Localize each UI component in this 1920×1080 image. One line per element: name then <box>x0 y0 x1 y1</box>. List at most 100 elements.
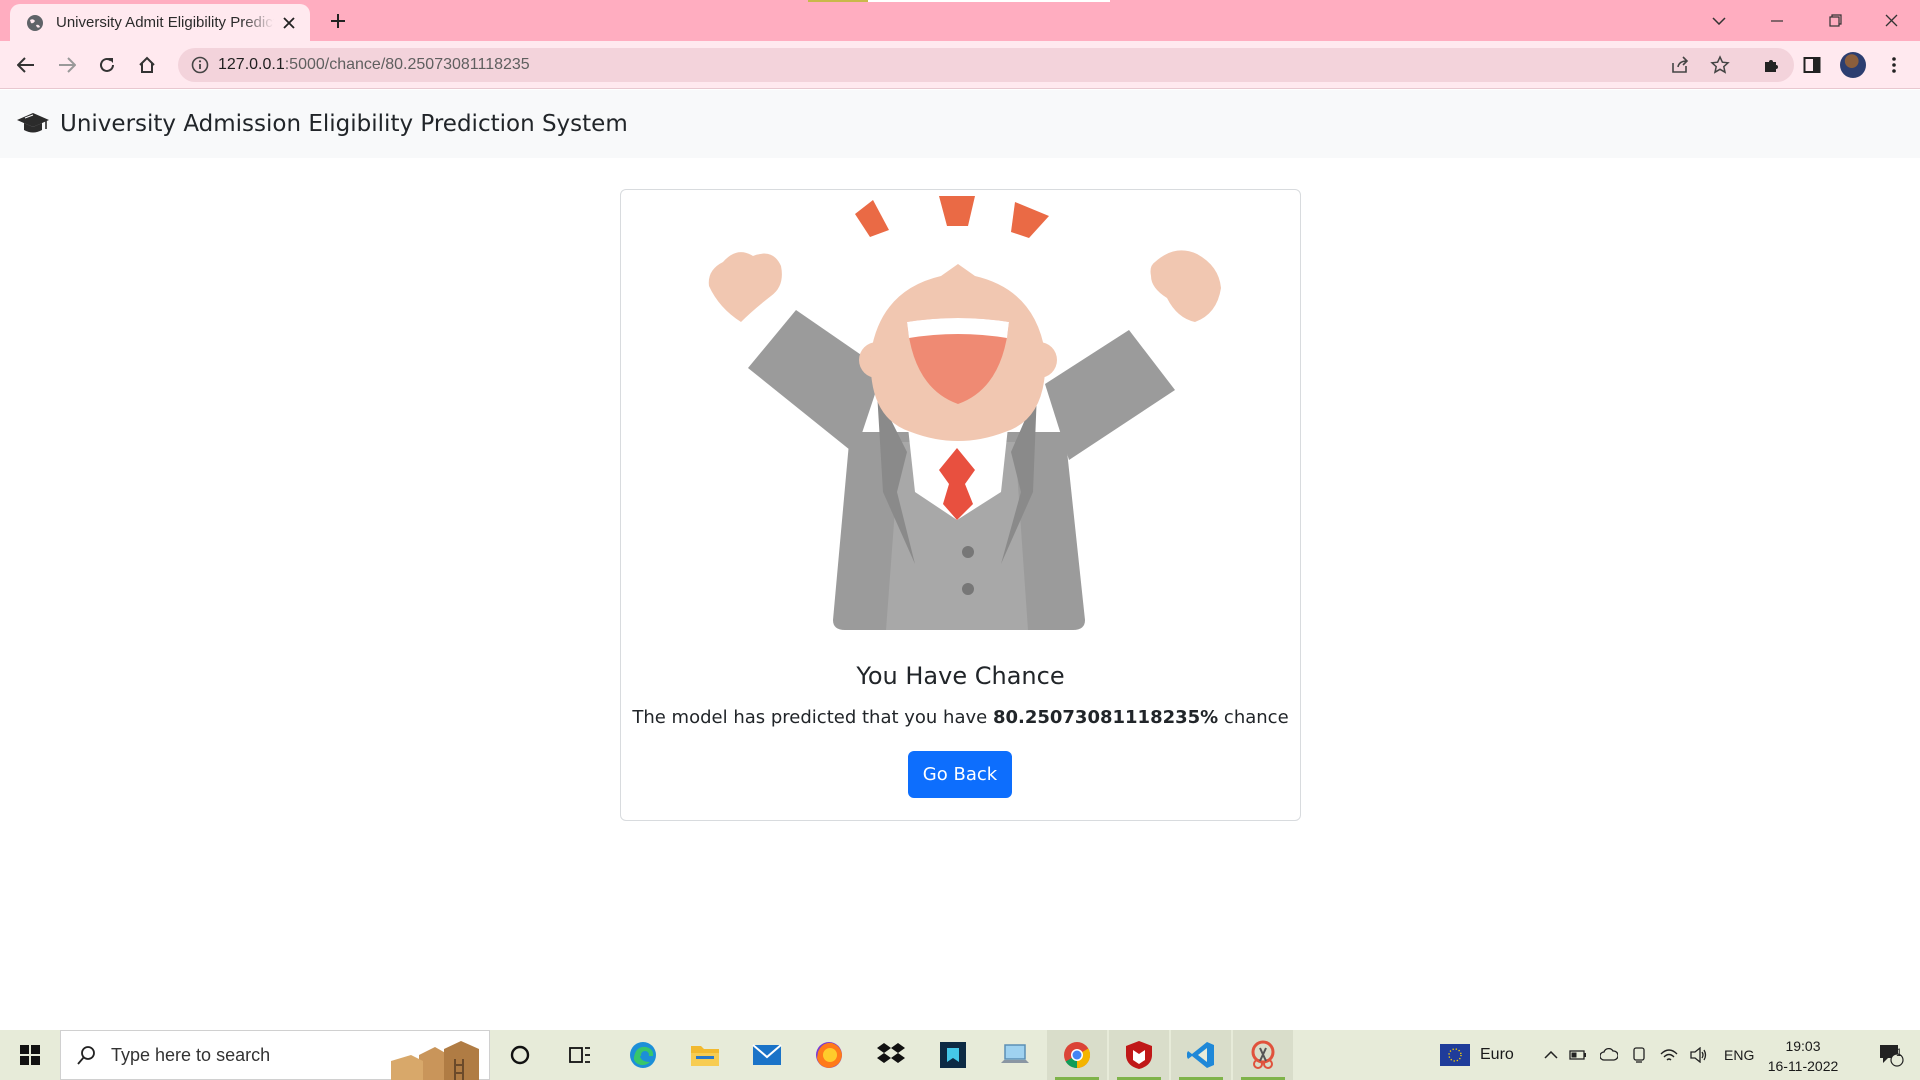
reload-button[interactable] <box>91 49 123 81</box>
windows-logo-icon <box>20 1045 40 1065</box>
taskbar-dropbox[interactable] <box>861 1030 921 1080</box>
address-bar[interactable]: 127.0.0.1:5000/chance/80.25073081118235 <box>178 48 1794 82</box>
url-path: :5000/chance/80.25073081118235 <box>284 56 530 73</box>
graduation-cap-icon <box>17 113 49 133</box>
device-icon[interactable] <box>1624 1047 1654 1063</box>
taskbar-snipping-tool[interactable] <box>1233 1030 1293 1080</box>
language-indicator[interactable]: ENG <box>1724 1047 1754 1063</box>
taskbar-edge[interactable] <box>613 1030 673 1080</box>
mail-icon <box>752 1044 782 1065</box>
laptop-icon <box>1001 1044 1029 1063</box>
taskbar-vscode[interactable] <box>1171 1030 1231 1080</box>
eu-flag-icon <box>1440 1044 1470 1066</box>
happy-businessman-illustration <box>708 196 1221 630</box>
home-button[interactable] <box>131 49 163 81</box>
firefox-icon <box>816 1042 842 1068</box>
globe-icon <box>27 14 43 31</box>
search-icon <box>77 1046 95 1065</box>
share-icon[interactable] <box>1668 53 1692 77</box>
battery-icon[interactable] <box>1562 1050 1594 1060</box>
minimize-button[interactable] <box>1748 0 1806 41</box>
search-placeholder: Type here to search <box>111 1044 271 1065</box>
profile-avatar[interactable] <box>1840 52 1866 78</box>
close-window-button[interactable] <box>1862 0 1920 41</box>
extensions-button[interactable] <box>1756 49 1788 81</box>
tab-strip-accent <box>808 0 868 2</box>
left-fist <box>708 252 782 322</box>
browser-tab-strip: University Admit Eligibility Prediction … <box>0 0 1920 41</box>
system-tray-icons: ENG <box>1540 1030 1754 1080</box>
result-message: The model has predicted that you have 80… <box>621 707 1300 728</box>
taskbar-firefox[interactable] <box>799 1030 859 1080</box>
taskbar-app-laptop[interactable] <box>985 1030 1045 1080</box>
taskbar-chrome[interactable] <box>1047 1030 1107 1080</box>
browser-tab-active[interactable]: University Admit Eligibility Prediction … <box>10 4 310 41</box>
excitement-mark <box>939 196 975 226</box>
forward-button[interactable] <box>51 49 83 81</box>
clock-date: 16-11-2022 <box>1767 1058 1839 1074</box>
message-prefix: The model has predicted that you have <box>632 707 993 728</box>
restore-button[interactable] <box>1806 0 1864 41</box>
dropbox-icon <box>877 1043 905 1063</box>
url-text[interactable]: 127.0.0.1:5000/chance/80.25073081118235 <box>218 56 530 74</box>
new-tab-button[interactable] <box>324 9 352 33</box>
result-card: You Have Chance The model has predicted … <box>620 189 1301 821</box>
side-panel-button[interactable] <box>1796 49 1828 81</box>
book-app-icon <box>940 1042 966 1068</box>
windows-taskbar: Type here to search Euro ENG 19:03 16-11… <box>0 1030 1920 1080</box>
task-view-icon <box>569 1047 590 1063</box>
navbar: University Admission Eligibility Predict… <box>0 90 1920 158</box>
currency-label: Euro <box>1480 1046 1514 1063</box>
chevron-up-icon[interactable] <box>1540 1051 1562 1059</box>
taskbar-file-explorer[interactable] <box>675 1030 735 1080</box>
start-button[interactable] <box>0 1030 60 1080</box>
message-suffix: chance <box>1218 707 1289 728</box>
edge-icon <box>630 1042 656 1068</box>
taskbar-mcafee[interactable] <box>1109 1030 1169 1080</box>
browser-menu-button[interactable] <box>1878 49 1910 81</box>
cloud-sync-icon[interactable] <box>1594 1048 1624 1062</box>
go-back-button[interactable]: Go Back <box>908 751 1012 798</box>
cortana-button[interactable] <box>490 1030 550 1080</box>
task-view-button[interactable] <box>550 1030 610 1080</box>
cortana-circle-icon <box>510 1045 530 1065</box>
shield-icon <box>1126 1041 1152 1069</box>
currency-widget[interactable]: Euro <box>1440 1030 1514 1080</box>
chrome-icon <box>1064 1042 1091 1069</box>
jacket-button <box>962 583 974 595</box>
home-icon <box>139 56 155 73</box>
notification-center-button[interactable]: 1 <box>1866 1030 1916 1080</box>
bookmark-star-icon[interactable] <box>1708 53 1732 77</box>
taskbar-app-book[interactable] <box>923 1030 983 1080</box>
volume-icon[interactable] <box>1684 1047 1714 1063</box>
excitement-mark <box>855 200 889 237</box>
side-panel-icon <box>1803 57 1821 73</box>
chance-value: 80.25073081118235% <box>992 707 1219 728</box>
site-info-icon[interactable] <box>190 55 210 75</box>
tab-strip-accent <box>868 0 1110 2</box>
url-host: 127.0.0.1 <box>218 56 285 73</box>
navbar-brand[interactable]: University Admission Eligibility Predict… <box>60 111 628 137</box>
kebab-menu-icon <box>1892 57 1896 73</box>
taskbar-search-box[interactable]: Type here to search <box>60 1030 490 1080</box>
folder-icon <box>691 1046 719 1066</box>
taskbar-mail[interactable] <box>737 1030 797 1080</box>
tab-search-icon[interactable] <box>1690 0 1748 41</box>
result-heading: You Have Chance <box>856 662 1065 690</box>
browser-toolbar: 127.0.0.1:5000/chance/80.25073081118235 <box>0 41 1920 89</box>
wifi-icon[interactable] <box>1654 1048 1684 1062</box>
notification-count: 1 <box>1896 1047 1903 1059</box>
arrow-left-icon <box>17 57 34 73</box>
scissors-icon <box>1251 1040 1275 1069</box>
tab-close-icon[interactable] <box>278 12 300 34</box>
excitement-mark <box>1011 202 1049 238</box>
taskbar-clock[interactable]: 19:03 16-11-2022 <box>1760 1036 1846 1076</box>
arrow-right-icon <box>59 57 76 73</box>
puzzle-icon <box>1765 60 1778 72</box>
right-fist <box>1150 250 1221 322</box>
jacket-button <box>962 546 974 558</box>
tab-title: University Admit Eligibility Prediction … <box>56 14 274 31</box>
back-button[interactable] <box>10 49 42 81</box>
search-highlight-illustration <box>391 1041 479 1080</box>
reload-icon <box>100 57 114 72</box>
